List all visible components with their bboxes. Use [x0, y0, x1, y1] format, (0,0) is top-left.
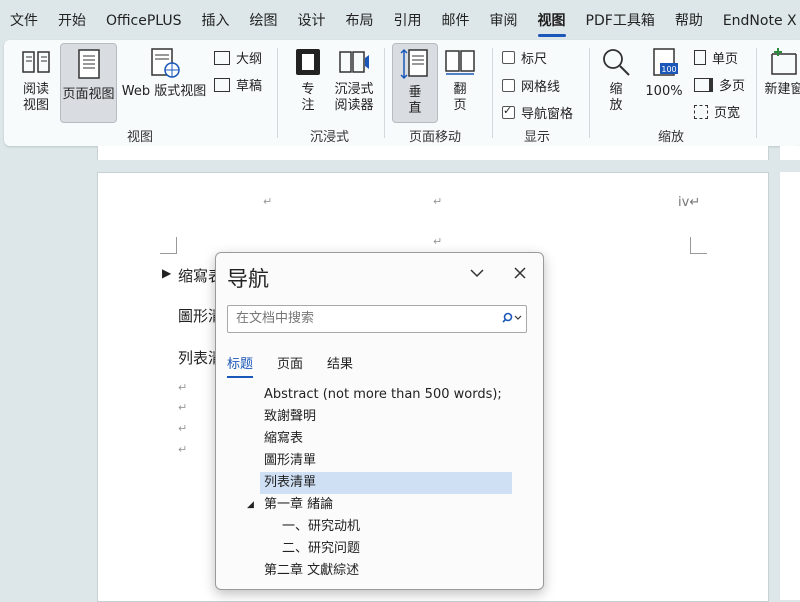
- one-page-button[interactable]: 单页: [694, 48, 738, 67]
- paragraph-mark: ↵: [178, 381, 188, 394]
- separator: [277, 48, 278, 138]
- close-icon[interactable]: [513, 265, 527, 284]
- paragraph-mark: ↵: [433, 235, 443, 248]
- margin-corner: [160, 237, 177, 254]
- nav-search-input[interactable]: [234, 310, 498, 327]
- search-icon[interactable]: [500, 310, 522, 330]
- chevron-down-icon[interactable]: [469, 265, 485, 285]
- outline-icon: [214, 50, 230, 65]
- checkbox-icon: [502, 51, 515, 64]
- navigation-pane: 导航 标题 页面 结果 Abstract (not more than 500 …: [215, 252, 544, 590]
- flip-page-button[interactable]: 翻 页: [440, 46, 480, 114]
- nav-subheading-item[interactable]: 二、研究问题: [282, 538, 360, 560]
- nav-heading-item[interactable]: 第一章 緒論: [264, 494, 333, 516]
- group-label-view: 视图: [127, 130, 154, 145]
- tab-results[interactable]: 结果: [327, 353, 353, 378]
- menu-home[interactable]: 开始: [48, 0, 96, 42]
- paragraph-mark: ↵: [178, 422, 188, 435]
- nav-title: 导航: [227, 267, 269, 291]
- nav-subheading-item[interactable]: 一、研究动机: [282, 516, 360, 538]
- nav-heading-item-selected[interactable]: 列表清單: [260, 472, 512, 494]
- paragraph-mark: ↵: [263, 195, 273, 208]
- read-view-button[interactable]: 阅读 视图: [16, 46, 56, 114]
- new-window-icon: [771, 48, 797, 75]
- checkbox-icon: [502, 79, 515, 92]
- immersive-reader-icon: [339, 51, 369, 73]
- focus-button[interactable]: 专 注: [288, 46, 328, 114]
- draft-button[interactable]: 草稿: [214, 75, 262, 94]
- group-label-zoom: 缩放: [658, 130, 685, 145]
- multi-page-icon: [694, 77, 713, 92]
- menu-layout[interactable]: 布局: [336, 0, 384, 42]
- gridlines-checkbox[interactable]: 网格线: [502, 76, 560, 95]
- menu-insert[interactable]: 插入: [192, 0, 240, 42]
- menu-mailings[interactable]: 邮件: [432, 0, 480, 42]
- paragraph-mark: ↵: [178, 443, 188, 456]
- vertical-button[interactable]: 垂 直: [392, 43, 438, 123]
- menu-file[interactable]: 文件: [0, 0, 48, 42]
- expand-triangle-icon[interactable]: ◢: [247, 494, 254, 516]
- book-icon: [22, 51, 50, 73]
- ruler-checkbox[interactable]: 标尺: [502, 48, 547, 67]
- draft-icon: [214, 77, 230, 92]
- web-view-button[interactable]: Web 版式视图: [118, 46, 210, 100]
- nav-heading-item[interactable]: 圖形清單: [264, 450, 316, 472]
- page-layout-icon: [77, 49, 100, 79]
- new-window-button[interactable]: 新建窗: [764, 46, 800, 98]
- svg-text:100: 100: [661, 65, 676, 74]
- magnifier-icon: [603, 49, 630, 76]
- checkbox-checked-icon: [502, 104, 515, 119]
- menu-help[interactable]: 帮助: [665, 0, 713, 42]
- group-label-page-move: 页面移动: [409, 130, 462, 145]
- menu-view[interactable]: 视图: [528, 0, 576, 42]
- menu-review[interactable]: 审阅: [480, 0, 528, 42]
- web-layout-icon: [151, 48, 180, 78]
- nav-heading-item[interactable]: 第二章 文獻綜述: [264, 560, 359, 582]
- page-width-button[interactable]: 页宽: [694, 102, 740, 121]
- page-view-button[interactable]: 页面视图: [60, 43, 117, 123]
- separator: [492, 48, 493, 138]
- adjacent-page: [780, 172, 800, 600]
- menu-bar: 文件 开始 OfficePLUS 插入 绘图 设计 布局 引用 邮件 审阅 视图…: [0, 0, 800, 42]
- nav-tabs: 标题 页面 结果: [227, 353, 353, 378]
- separator: [756, 48, 757, 138]
- separator: [384, 48, 385, 138]
- separator: [589, 48, 590, 138]
- menu-references[interactable]: 引用: [384, 0, 432, 42]
- menu-draw[interactable]: 绘图: [240, 0, 288, 42]
- collapse-triangle-icon[interactable]: ▶: [162, 266, 171, 280]
- header-page-number: iv↵: [678, 195, 701, 210]
- focus-icon: [296, 49, 320, 75]
- vertical-scroll-icon: [400, 48, 428, 80]
- multi-page-button[interactable]: 多页: [694, 75, 745, 94]
- menu-officeplus[interactable]: OfficePLUS: [96, 0, 192, 42]
- zoom-100-button[interactable]: 100 100%: [642, 46, 686, 100]
- group-label-show: 显示: [524, 130, 551, 145]
- group-label-immersive: 沉浸式: [310, 130, 350, 145]
- previous-page-bottom: [97, 146, 769, 160]
- nav-heading-item[interactable]: 致謝聲明: [264, 406, 316, 428]
- tab-pages[interactable]: 页面: [277, 353, 303, 378]
- zoom-button[interactable]: 缩 放: [598, 46, 634, 114]
- immersive-reader-button[interactable]: 沉浸式 阅读器: [330, 46, 378, 114]
- menu-design[interactable]: 设计: [288, 0, 336, 42]
- outline-button[interactable]: 大纲: [214, 48, 262, 67]
- nav-pane-checkbox[interactable]: 导航窗格: [502, 103, 573, 122]
- page-width-icon: [694, 104, 708, 119]
- paragraph-mark: ↵: [433, 195, 443, 208]
- adjacent-page: [780, 146, 800, 160]
- zoom-100-icon: 100: [653, 48, 678, 76]
- tab-headings[interactable]: 标题: [227, 353, 254, 378]
- paragraph-mark: ↵: [178, 401, 188, 414]
- one-page-icon: [694, 50, 706, 65]
- nav-heading-item[interactable]: 縮寫表: [264, 428, 303, 450]
- menu-endnote[interactable]: EndNote X: [713, 0, 800, 42]
- menu-pdf-tools[interactable]: PDF工具箱: [576, 0, 665, 42]
- ribbon-view: 阅读 视图 页面视图 Web 版式视图 大纲 草稿 视图 专 注 沉浸式 阅读器…: [4, 40, 800, 146]
- margin-corner: [690, 237, 707, 254]
- nav-search-box: [227, 305, 527, 333]
- side-to-side-icon: [445, 50, 475, 75]
- nav-heading-item[interactable]: Abstract (not more than 500 words);: [264, 384, 502, 406]
